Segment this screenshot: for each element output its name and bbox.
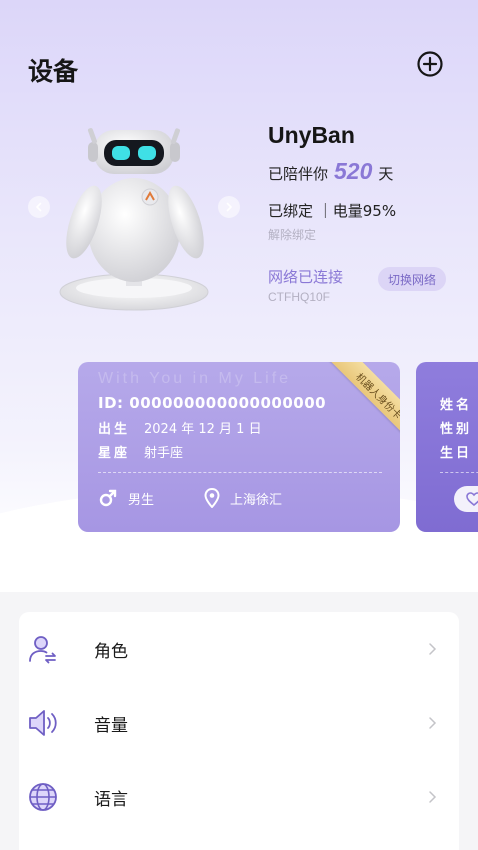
birth-label: 出生 — [98, 422, 131, 437]
card-divider — [440, 472, 478, 473]
card-watermark: With You in My Life — [98, 370, 292, 387]
companion-days-value: 520 — [334, 158, 373, 184]
menu-label-volume: 音量 — [94, 715, 128, 736]
settings-menu: 角色 音量 语言 — [19, 612, 459, 850]
card-divider — [98, 472, 382, 473]
robot-image — [59, 128, 209, 311]
gender-value: 男生 — [128, 492, 155, 508]
zodiac-value: 射手座 — [144, 446, 184, 461]
location-pin-icon — [204, 488, 220, 508]
companion-prefix: 已陪伴你 — [268, 165, 329, 183]
chevron-right-icon — [429, 643, 437, 655]
location-value: 上海徐汇 — [230, 492, 283, 508]
chevron-right-icon — [226, 202, 233, 212]
menu-label-language: 语言 — [94, 789, 128, 810]
heart-icon — [466, 492, 478, 506]
device-name: UnyBan — [268, 122, 355, 148]
chevron-right-icon — [429, 791, 437, 803]
bind-battery-status: 已绑定 ｜电量95% — [268, 202, 397, 220]
network-status: 网络已连接 — [268, 268, 344, 286]
network-ssid: CTFHQ10F — [268, 290, 331, 304]
male-icon — [99, 489, 117, 507]
birth-value: 2024 年 12 月 1 日 — [144, 422, 262, 437]
add-device-button[interactable] — [416, 50, 444, 78]
card-zodiac: 星座 射手座 — [98, 442, 183, 461]
unbind-link[interactable]: 解除绑定 — [268, 226, 316, 243]
carousel-next-button[interactable] — [218, 196, 240, 218]
robot-id-card[interactable]: With You in My Life ID: 0000000000000000… — [78, 362, 400, 532]
page-title: 设备 — [28, 57, 79, 86]
companion-days: 已陪伴你 520 天 — [268, 158, 393, 185]
chevron-left-icon — [35, 202, 42, 212]
divider-band — [0, 540, 478, 592]
zodiac-label: 星座 — [98, 446, 131, 461]
carousel-prev-button[interactable] — [28, 196, 50, 218]
heart-button[interactable] — [454, 486, 478, 512]
card-id: ID: 000000000000000000 — [98, 394, 327, 412]
menu-item-volume[interactable]: 音量 — [19, 686, 459, 760]
card-location: 上海徐汇 — [204, 488, 282, 508]
gender-label: 性别 — [440, 422, 473, 437]
ribbon-label: 机器人身份卡 — [322, 362, 400, 446]
card-ribbon: 机器人身份卡 — [318, 362, 400, 446]
name-label: 姓名 — [440, 398, 473, 413]
chevron-right-icon — [429, 717, 437, 729]
volume-speaker-icon — [29, 710, 57, 736]
owner-id-card[interactable]: 姓名 性别 生日 — [416, 362, 478, 532]
birthday-label: 生日 — [440, 446, 473, 461]
role-user-icon — [29, 636, 56, 664]
menu-label-role: 角色 — [94, 641, 128, 662]
companion-suffix: 天 — [378, 165, 394, 183]
switch-network-button[interactable]: 切换网络 — [378, 267, 447, 291]
card-birth: 出生 2024 年 12 月 1 日 — [98, 418, 262, 437]
card-gender: 男生 — [98, 488, 154, 508]
globe-language-icon — [29, 783, 57, 811]
menu-item-role[interactable]: 角色 — [19, 612, 459, 686]
menu-item-language[interactable]: 语言 — [19, 760, 459, 834]
